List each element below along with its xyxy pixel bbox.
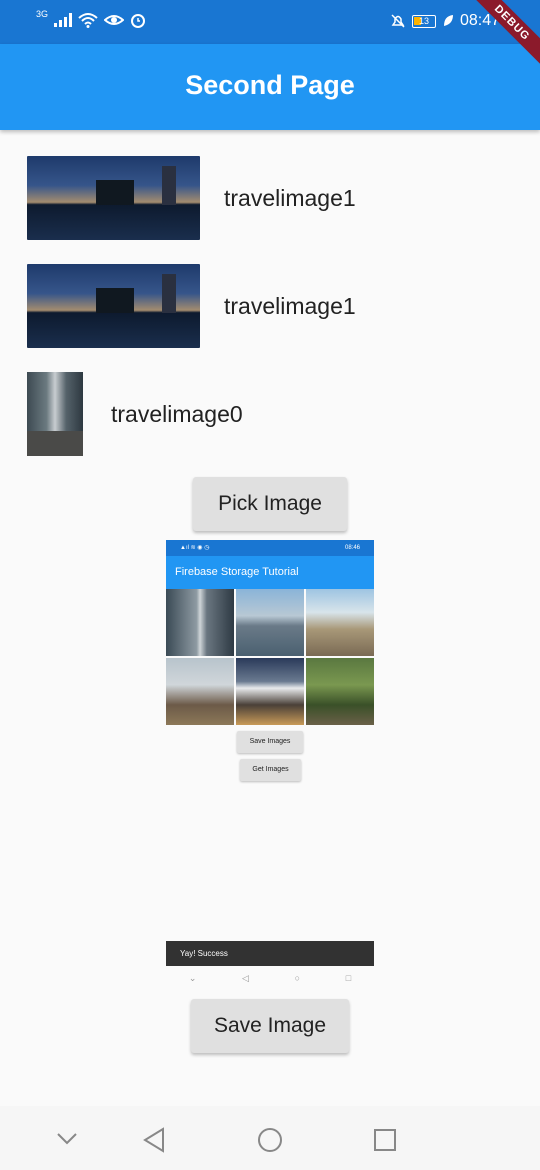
image-name: travelimage1 (224, 292, 356, 319)
grid-image (166, 589, 234, 656)
preview-nav-bar: ⌄ ◁ ○ □ (166, 966, 374, 990)
battery-icon: 13 (411, 14, 436, 28)
network-type: 3G (36, 9, 49, 19)
mute-bell-icon (391, 14, 405, 28)
page-title: Second Page (185, 70, 355, 100)
travel-image-thumbnail (27, 264, 200, 348)
grid-image (236, 589, 304, 656)
preview-image-grid (166, 589, 374, 725)
preview-status-bar: ▲ıl ≋ ◉ ◷ 08:46 (166, 540, 374, 556)
alarm-icon (131, 14, 146, 28)
status-bar: 3G 13 08:47 (0, 0, 540, 44)
grid-image (306, 589, 374, 656)
recents-icon[interactable] (373, 1128, 397, 1152)
eye-icon (104, 15, 125, 25)
selected-image-preview: ▲ıl ≋ ◉ ◷ 08:46 Firebase Storage Tutoria… (166, 540, 374, 990)
travel-image-thumbnail (27, 156, 200, 240)
pick-image-button[interactable]: Pick Image (193, 477, 347, 531)
list-item: travelimage0 (27, 372, 243, 456)
travel-image-thumbnail (27, 372, 83, 456)
preview-title: Firebase Storage Tutorial (166, 556, 374, 589)
preview-get-images-button: Get Images (240, 759, 301, 781)
image-name: travelimage1 (224, 184, 356, 211)
leaf-icon (443, 15, 453, 26)
app-bar: Second Page (0, 44, 540, 130)
home-icon[interactable] (257, 1127, 283, 1153)
grid-image (236, 658, 304, 725)
signal-icon (54, 13, 73, 27)
chevron-down-icon[interactable] (56, 1132, 78, 1146)
back-icon[interactable] (143, 1127, 165, 1153)
system-nav-bar (0, 1106, 540, 1170)
list-item: travelimage1 (27, 264, 356, 348)
image-name: travelimage0 (111, 400, 243, 427)
list-item: travelimage1 (27, 156, 356, 240)
save-image-button[interactable]: Save Image (191, 999, 349, 1053)
preview-snackbar: Yay! Success (166, 941, 374, 966)
wifi-icon (78, 13, 98, 28)
grid-image (306, 658, 374, 725)
grid-image (166, 658, 234, 725)
preview-save-images-button: Save Images (237, 731, 303, 753)
